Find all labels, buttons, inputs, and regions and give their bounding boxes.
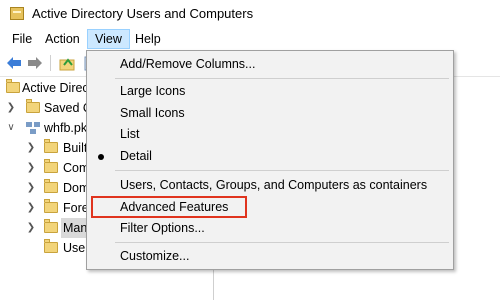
forward-arrow-icon[interactable] (26, 54, 44, 72)
chevron-down-icon[interactable]: ∨ (6, 118, 16, 138)
ad-console-icon (6, 79, 20, 93)
folder-icon (44, 219, 58, 233)
chevron-right-icon[interactable]: ❯ (6, 98, 16, 118)
menu-action[interactable]: Action (38, 29, 87, 49)
folder-icon (44, 139, 58, 153)
title-bar: Active Directory Users and Computers (0, 0, 500, 28)
view-menu-dropdown: Add/Remove Columns... Large Icons Small … (86, 50, 454, 270)
chevron-right-icon[interactable]: ❯ (26, 198, 36, 218)
menu-separator (115, 170, 449, 171)
chevron-right-icon[interactable]: ❯ (26, 138, 36, 158)
menu-item-filter-options[interactable]: Filter Options... (87, 218, 453, 239)
menu-item-customize[interactable]: Customize... (87, 246, 453, 267)
menu-help[interactable]: Help (128, 29, 168, 49)
chevron-right-icon[interactable]: ❯ (26, 178, 36, 198)
up-folder-icon[interactable] (58, 54, 76, 72)
menu-separator (115, 242, 449, 243)
folder-icon (26, 99, 40, 113)
app-icon (10, 7, 24, 20)
menu-separator (115, 78, 449, 79)
menu-view[interactable]: View (87, 29, 130, 49)
menu-bar: File Action View Help (0, 28, 500, 50)
folder-icon (44, 239, 58, 253)
chevron-right-icon[interactable]: ❯ (26, 158, 36, 178)
menu-item-add-remove-columns[interactable]: Add/Remove Columns... (87, 54, 453, 75)
toolbar-separator (50, 55, 51, 71)
ou-folder-icon (44, 179, 58, 193)
annotation-highlight-box (91, 196, 247, 218)
window-title: Active Directory Users and Computers (32, 6, 254, 21)
menu-item-users-contacts-containers[interactable]: Users, Contacts, Groups, and Computers a… (87, 175, 453, 196)
folder-icon (44, 199, 58, 213)
menu-item-detail[interactable]: Detail (87, 146, 453, 167)
folder-icon (44, 159, 58, 173)
chevron-right-icon[interactable]: ❯ (26, 218, 36, 238)
back-arrow-icon[interactable] (5, 54, 23, 72)
menu-item-list[interactable]: List (87, 124, 453, 145)
selected-bullet-icon (98, 154, 104, 160)
menu-item-small-icons[interactable]: Small Icons (87, 103, 453, 124)
menu-item-large-icons[interactable]: Large Icons (87, 81, 453, 102)
menu-file[interactable]: File (5, 29, 39, 49)
